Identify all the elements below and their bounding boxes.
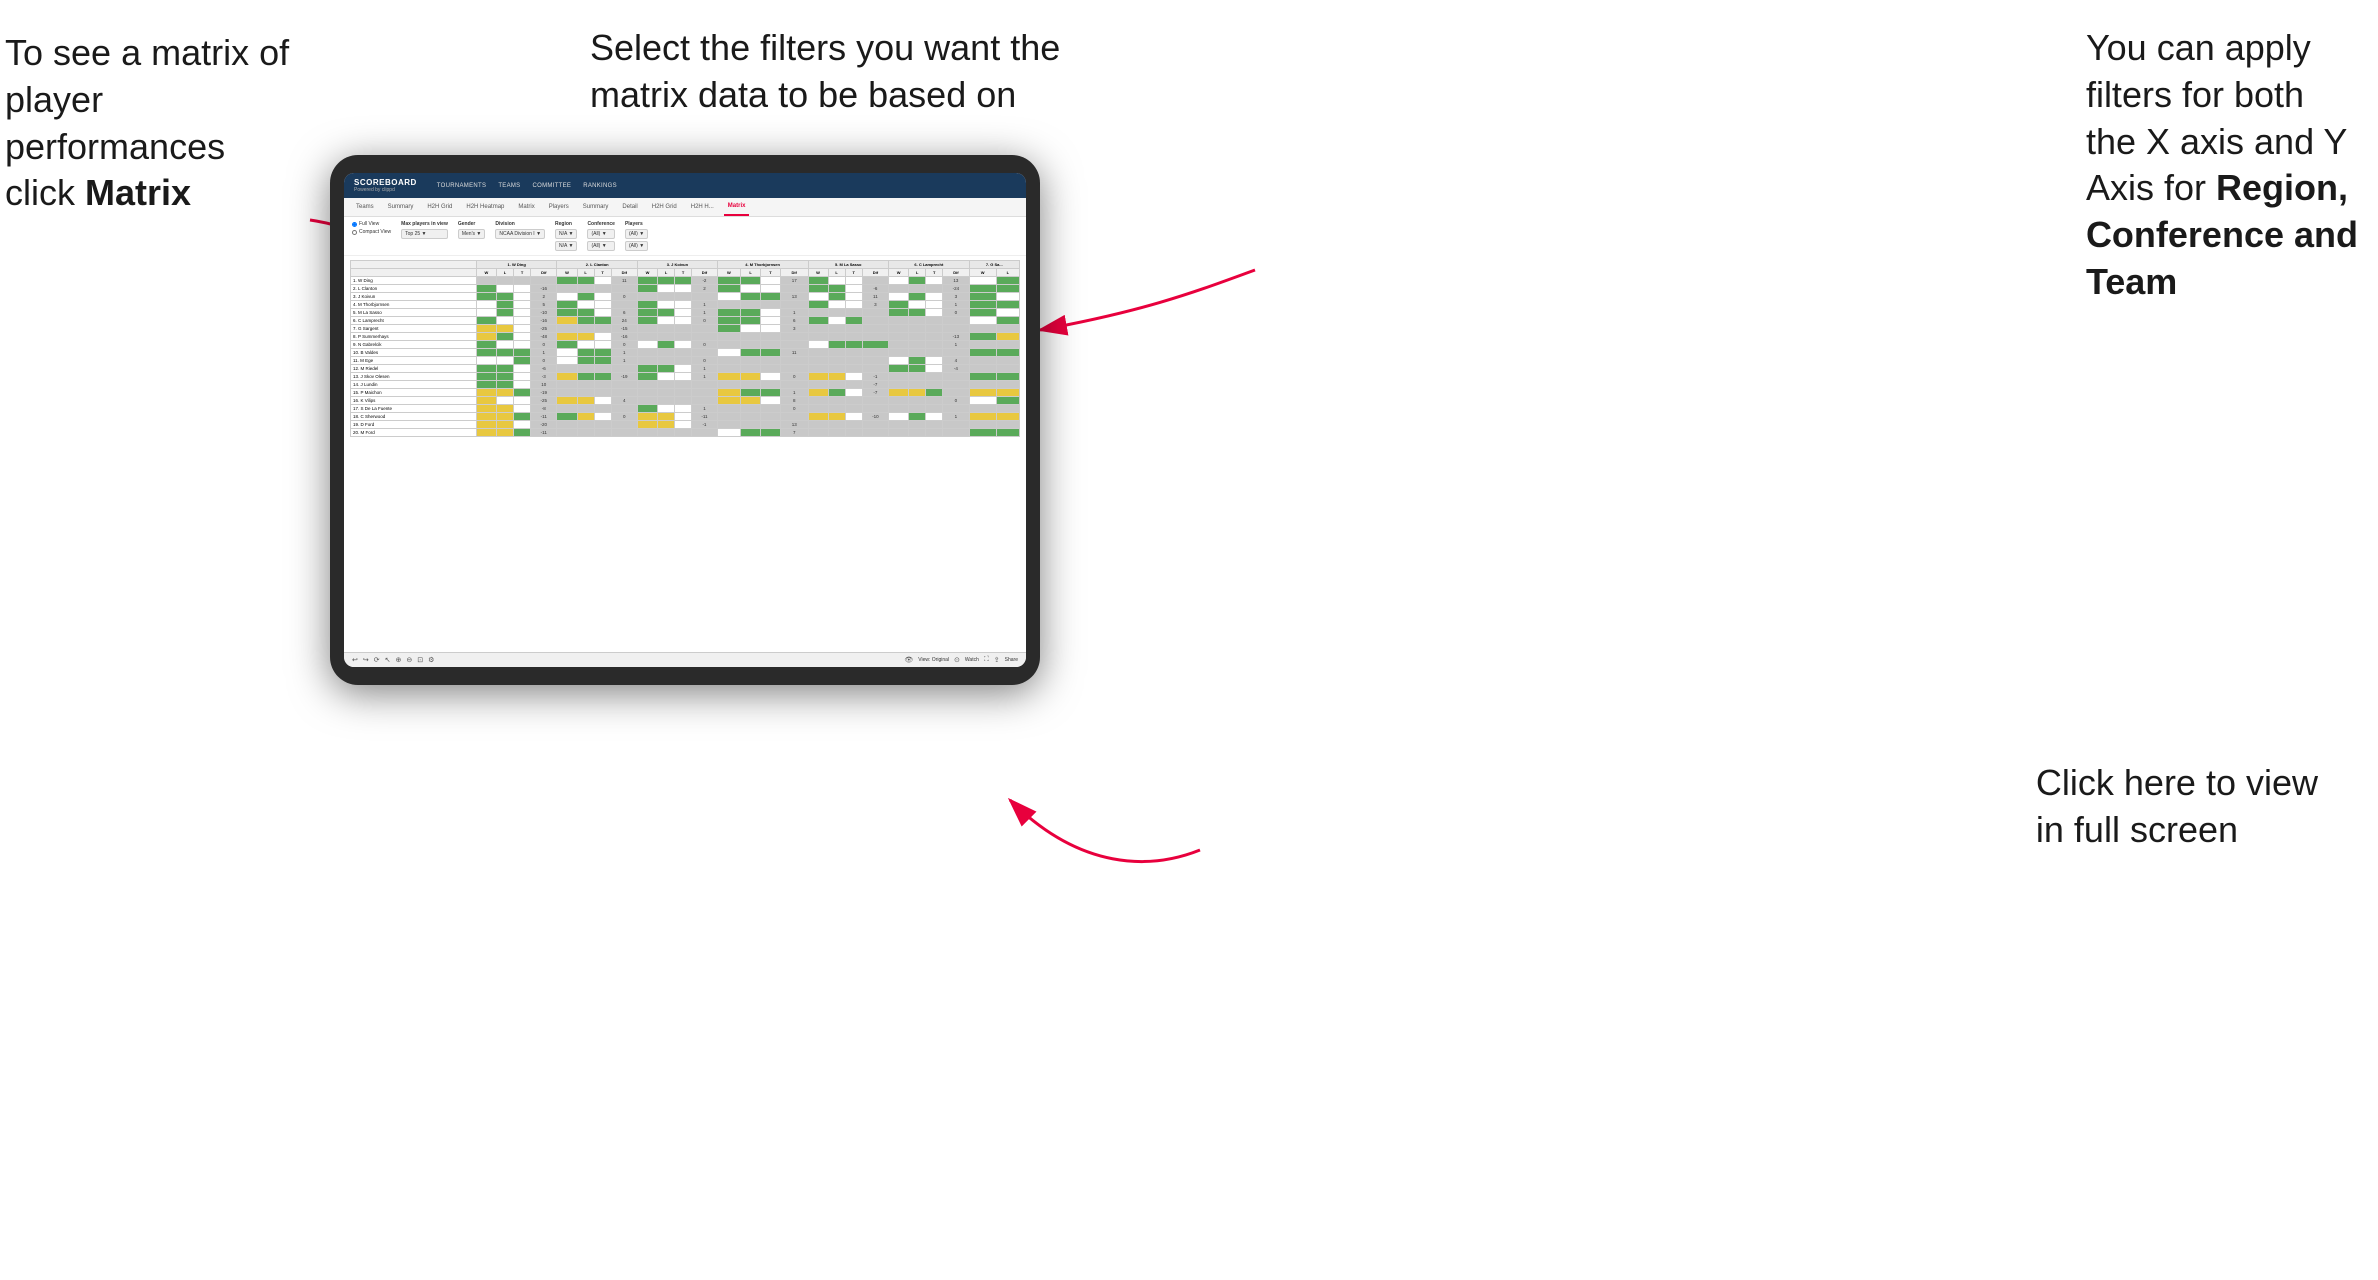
- toolbar-left: ↩ ↪ ⟳ ↖ ⊕ ⊖ ⊡ ⚙: [352, 656, 434, 664]
- tab-summary2[interactable]: Summary: [579, 199, 613, 215]
- eye-icon: 👁: [904, 656, 913, 664]
- tab-players[interactable]: Players: [545, 199, 573, 215]
- max-players-select[interactable]: Top 25 ▼: [401, 229, 448, 239]
- nav-teams[interactable]: TEAMS: [498, 183, 520, 189]
- tab-detail[interactable]: Detail: [618, 199, 641, 215]
- players-select1[interactable]: (All) ▼: [625, 229, 648, 239]
- cursor-icon[interactable]: ↖: [385, 656, 391, 664]
- tab-matrix1[interactable]: Matrix: [514, 199, 538, 215]
- tab-h2h-grid1[interactable]: H2H Grid: [423, 199, 456, 215]
- settings-icon[interactable]: ⚙: [428, 656, 434, 664]
- region-select1[interactable]: N/A ▼: [555, 229, 577, 239]
- nav-tournaments[interactable]: TOURNAMENTS: [437, 183, 487, 189]
- share-icon[interactable]: ⇪: [994, 656, 1000, 664]
- annotation-top-center: Select the filters you want the matrix d…: [590, 25, 1060, 119]
- region-select2[interactable]: N/A ▼: [555, 241, 577, 251]
- undo-icon[interactable]: ↩: [352, 656, 358, 664]
- zoom-out-icon[interactable]: ⊖: [406, 656, 412, 664]
- filter-players: Players (All) ▼ (All) ▼: [625, 221, 648, 251]
- screen-icon[interactable]: ⛶: [984, 656, 989, 664]
- filter-conference: Conference (All) ▼ (All) ▼: [587, 221, 615, 251]
- nav-bar: SCOREBOARD Powered by clippd TOURNAMENTS…: [344, 173, 1026, 198]
- tablet-device: SCOREBOARD Powered by clippd TOURNAMENTS…: [330, 155, 1040, 685]
- filter-max-players: Max players in view Top 25 ▼: [401, 221, 448, 239]
- toolbar-right: 👁 View: Original ⊙ Watch ⛶ ⇪ Share: [904, 656, 1018, 664]
- division-select[interactable]: NCAA Division I ▼: [495, 229, 545, 239]
- players-select2[interactable]: (All) ▼: [625, 241, 648, 251]
- nav-rankings[interactable]: RANKINGS: [583, 183, 617, 189]
- redo-icon[interactable]: ↪: [363, 656, 369, 664]
- filter-division: Division NCAA Division I ▼: [495, 221, 545, 239]
- tab-matrix-active[interactable]: Matrix: [724, 198, 750, 216]
- tab-summary1[interactable]: Summary: [384, 199, 418, 215]
- scoreboard-logo: SCOREBOARD Powered by clippd: [354, 178, 417, 193]
- filter-row: Full View Compact View Max players in vi…: [344, 217, 1026, 256]
- view-label: View: Original: [918, 657, 949, 663]
- tab-h2h-grid2[interactable]: H2H Grid: [648, 199, 681, 215]
- logo-sub: Powered by clippd: [354, 187, 417, 193]
- tablet-screen: SCOREBOARD Powered by clippd TOURNAMENTS…: [344, 173, 1026, 667]
- tab-h2h-heatmap[interactable]: H2H Heatmap: [462, 199, 508, 215]
- refresh-icon[interactable]: ⟳: [374, 656, 380, 664]
- conference-select2[interactable]: (All) ▼: [587, 241, 615, 251]
- filter-gender: Gender Men's ▼: [458, 221, 486, 239]
- share-label: Share: [1005, 657, 1018, 663]
- full-view-option[interactable]: Full View: [352, 221, 391, 227]
- view-options: Full View Compact View: [352, 221, 391, 235]
- tab-teams[interactable]: Teams: [352, 199, 378, 215]
- tab-h2h-h[interactable]: H2H H...: [687, 199, 718, 215]
- compact-view-option[interactable]: Compact View: [352, 229, 391, 235]
- watch-icon[interactable]: ⊙: [954, 656, 960, 664]
- fit-icon[interactable]: ⊡: [417, 656, 423, 664]
- bottom-toolbar: ↩ ↪ ⟳ ↖ ⊕ ⊖ ⊡ ⚙ 👁 View: Original ⊙ Watch…: [344, 652, 1026, 667]
- annotation-top-left: To see a matrix of player performances c…: [5, 30, 315, 217]
- nav-committee[interactable]: COMMITTEE: [532, 183, 571, 189]
- gender-select[interactable]: Men's ▼: [458, 229, 486, 239]
- watch-label: Watch: [965, 657, 979, 663]
- annotation-top-right: You can apply filters for both the X axi…: [2086, 25, 2358, 306]
- sub-nav: Teams Summary H2H Grid H2H Heatmap Matri…: [344, 198, 1026, 217]
- matrix-area: 1. W Ding 2. L Clanton 3. J Koivun 4. M …: [344, 256, 1026, 652]
- annotation-bottom-right: Click here to view in full screen: [2036, 760, 2318, 854]
- conference-select1[interactable]: (All) ▼: [587, 229, 615, 239]
- filter-region: Region N/A ▼ N/A ▼: [555, 221, 577, 251]
- zoom-in-icon[interactable]: ⊕: [396, 656, 402, 664]
- matrix-table: 1. W Ding 2. L Clanton 3. J Koivun 4. M …: [350, 260, 1020, 437]
- logo-main: SCOREBOARD: [354, 178, 417, 187]
